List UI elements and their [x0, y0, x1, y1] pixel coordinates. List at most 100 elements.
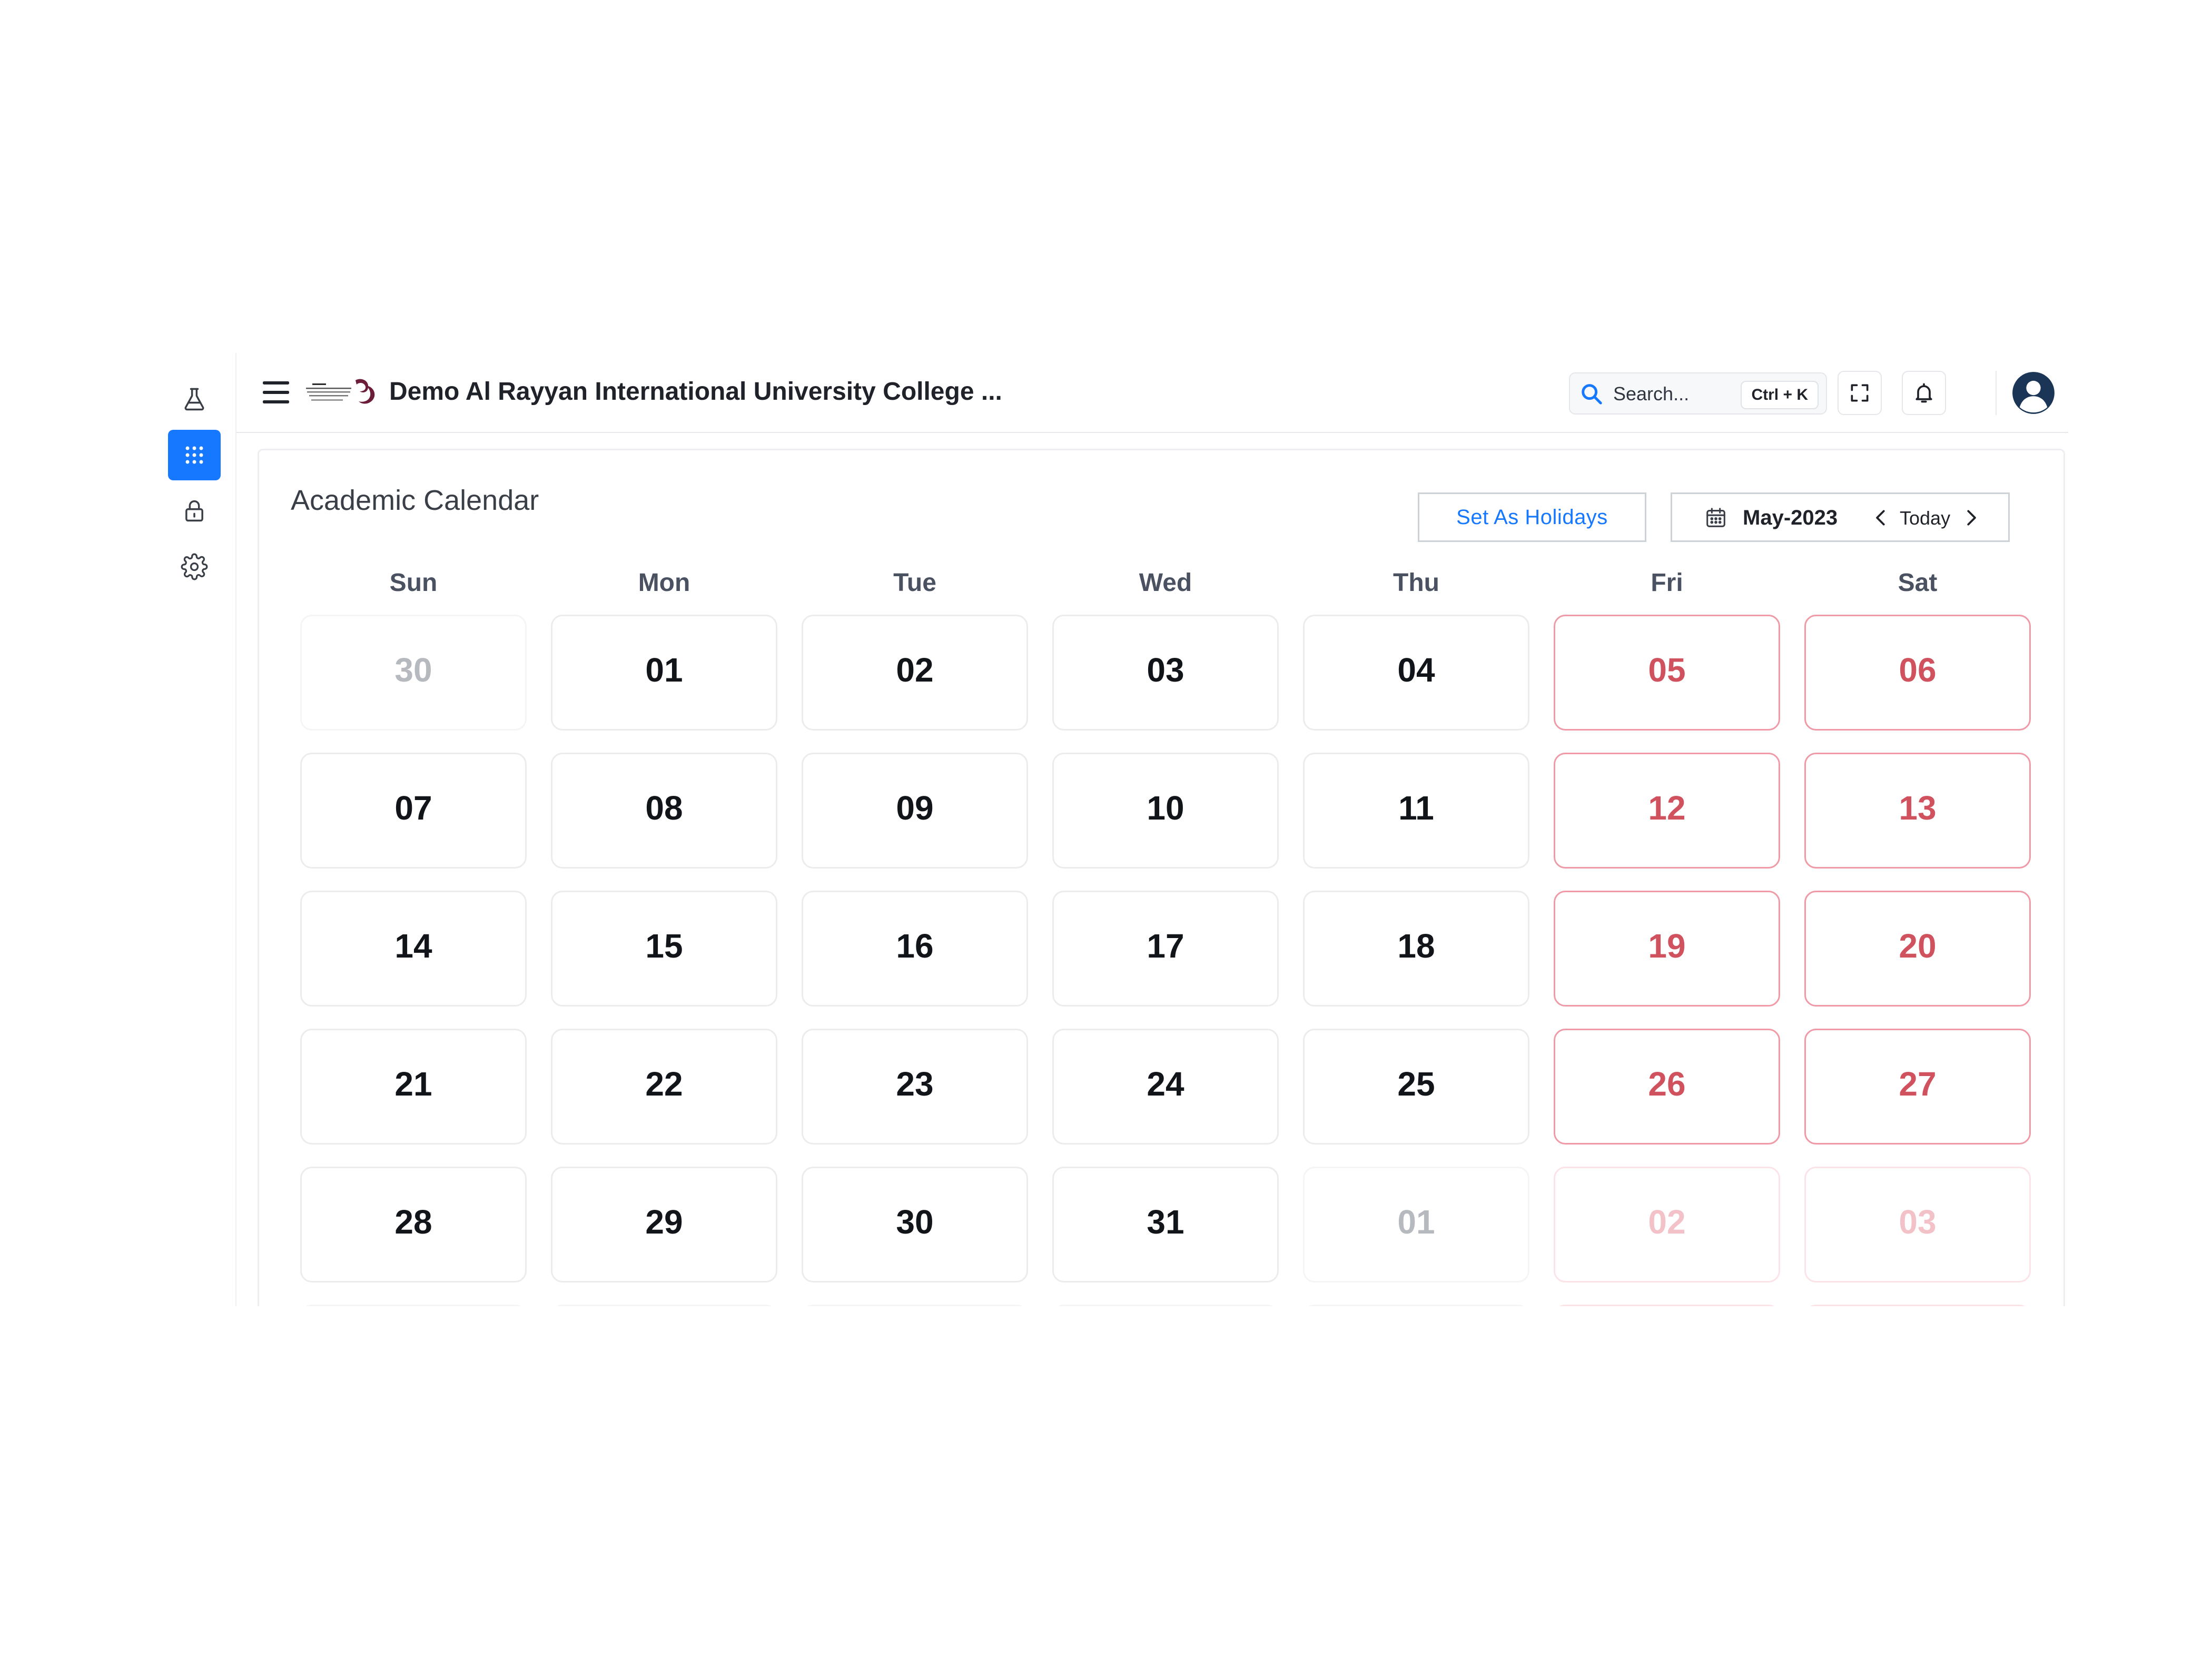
- today-button[interactable]: Today: [1900, 506, 1950, 531]
- fullscreen-icon: [1851, 384, 1869, 402]
- calendar-day-cell[interactable]: 29: [551, 1167, 777, 1283]
- calendar-day-cell[interactable]: 09: [802, 753, 1028, 869]
- search-icon: [1582, 384, 1602, 405]
- day-number: 07: [394, 789, 432, 827]
- calendar-day-cell[interactable]: 13: [1804, 753, 2031, 869]
- sidebar-item-apps[interactable]: [168, 430, 221, 480]
- calendar-day-cell[interactable]: 24: [1052, 1029, 1279, 1145]
- calendar-day-cell[interactable]: 27: [1804, 1029, 2031, 1145]
- calendar-day-cell[interactable]: [551, 1305, 777, 1306]
- day-number: 10: [1147, 789, 1184, 827]
- day-number: 05: [1648, 651, 1686, 689]
- day-number: 01: [645, 651, 683, 689]
- chevron-right-icon[interactable]: [1961, 508, 1981, 528]
- day-number: 03: [1147, 651, 1184, 689]
- day-number: 22: [645, 1065, 683, 1103]
- current-month-label: May-2023: [1743, 506, 1838, 529]
- calendar-day-cell[interactable]: [1554, 1305, 1780, 1306]
- calendar-day-grid: 30 01 02 03 04 05 06 07 08 09 10 11 12 13 14 15 16 17 18 19…: [300, 615, 2033, 1306]
- calendar-day-cell[interactable]: [802, 1305, 1028, 1306]
- calendar-icon: [1706, 508, 1725, 527]
- calendar-day-cell[interactable]: 26: [1554, 1029, 1780, 1145]
- calendar-day-cell[interactable]: 07: [300, 753, 527, 869]
- month-picker[interactable]: May-2023 Today: [1671, 492, 2010, 542]
- calendar-day-cell[interactable]: 30: [802, 1167, 1028, 1283]
- page-title: Academic Calendar: [291, 485, 539, 516]
- calendar-day-cell[interactable]: 16: [802, 891, 1028, 1007]
- academic-calendar-card: Academic Calendar Set As Holidays May-20…: [258, 449, 2065, 1306]
- calendar-day-cell[interactable]: 11: [1303, 753, 1529, 869]
- al-rayyan-logo: [306, 379, 375, 404]
- calendar-day-cell[interactable]: 12: [1554, 753, 1780, 869]
- weekday-sat: Sat: [1898, 569, 1938, 597]
- calendar-day-cell[interactable]: [1052, 1305, 1279, 1306]
- calendar-day-cell[interactable]: 08: [551, 753, 777, 869]
- calendar-day-cell[interactable]: 02: [802, 615, 1028, 731]
- calendar-day-cell[interactable]: 28: [300, 1167, 527, 1283]
- notifications-button[interactable]: [1902, 371, 1946, 415]
- calendar-day-cell[interactable]: 03: [1804, 1167, 2031, 1283]
- calendar-day-cell[interactable]: 06: [1804, 615, 2031, 731]
- calendar-day-cell[interactable]: 19: [1554, 891, 1780, 1007]
- bell-icon: [1915, 383, 1932, 403]
- fullscreen-button[interactable]: [1838, 371, 1882, 415]
- calendar-day-cell[interactable]: [1303, 1305, 1529, 1306]
- day-number: 29: [645, 1203, 683, 1241]
- calendar-day-cell[interactable]: [1804, 1305, 2031, 1306]
- day-number: 08: [645, 789, 683, 827]
- calendar-day-cell[interactable]: 23: [802, 1029, 1028, 1145]
- header-divider: [1996, 371, 1997, 415]
- day-number: 01: [1397, 1203, 1435, 1241]
- weekday-thu: Thu: [1393, 569, 1439, 597]
- calendar-day-cell[interactable]: 17: [1052, 891, 1279, 1007]
- day-number: 12: [1648, 789, 1686, 827]
- chevron-left-icon[interactable]: [1871, 508, 1891, 528]
- calendar-day-cell[interactable]: 31: [1052, 1167, 1279, 1283]
- calendar-day-cell[interactable]: 04: [1303, 615, 1529, 731]
- calendar-day-cell[interactable]: 21: [300, 1029, 527, 1145]
- calendar-day-cell[interactable]: 20: [1804, 891, 2031, 1007]
- calendar-day-cell[interactable]: [300, 1305, 527, 1306]
- set-as-holidays-button[interactable]: Set As Holidays: [1418, 492, 1646, 542]
- calendar-day-cell[interactable]: 15: [551, 891, 777, 1007]
- weekday-header-row: Sun Mon Tue Wed Thu Fri Sat: [300, 567, 2033, 599]
- calendar-day-cell[interactable]: 30: [300, 615, 527, 731]
- calendar-day-cell[interactable]: 03: [1052, 615, 1279, 731]
- calendar-day-cell[interactable]: 14: [300, 891, 527, 1007]
- calendar-day-cell[interactable]: 10: [1052, 753, 1279, 869]
- user-avatar-icon[interactable]: [2011, 371, 2056, 415]
- search-input[interactable]: Search... Ctrl + K: [1569, 372, 1827, 415]
- hamburger-menu-icon[interactable]: [262, 379, 290, 406]
- sidebar-item-security[interactable]: [168, 486, 221, 536]
- day-number: 03: [1899, 1203, 1937, 1241]
- day-number: 30: [896, 1203, 934, 1241]
- day-number: 11: [1398, 789, 1434, 827]
- day-number: 15: [645, 927, 683, 965]
- day-number: 25: [1397, 1065, 1435, 1103]
- day-number: 23: [896, 1065, 934, 1103]
- day-number: 02: [896, 651, 934, 689]
- day-number: 21: [394, 1065, 432, 1103]
- calendar-day-cell[interactable]: 22: [551, 1029, 777, 1145]
- day-number: 18: [1397, 927, 1435, 965]
- search-shortcut-badge: Ctrl + K: [1741, 381, 1819, 409]
- day-number: 14: [394, 927, 432, 965]
- search-placeholder: Search...: [1613, 383, 1690, 405]
- day-number: 31: [1147, 1203, 1184, 1241]
- day-number: 04: [1397, 651, 1435, 689]
- calendar-day-cell[interactable]: 02: [1554, 1167, 1780, 1283]
- calendar-day-cell[interactable]: 01: [551, 615, 777, 731]
- weekday-mon: Mon: [638, 569, 690, 597]
- calendar-day-cell[interactable]: 18: [1303, 891, 1529, 1007]
- calendar-day-cell[interactable]: 25: [1303, 1029, 1529, 1145]
- day-number: 28: [394, 1203, 432, 1241]
- calendar-day-cell[interactable]: 05: [1554, 615, 1780, 731]
- sidebar-item-settings[interactable]: [168, 541, 221, 592]
- app-window: Demo Al Rayyan International University …: [162, 353, 2068, 1306]
- day-number: 09: [896, 789, 934, 827]
- calendar-day-cell[interactable]: 01: [1303, 1167, 1529, 1283]
- day-number: 06: [1899, 651, 1937, 689]
- sidebar-item-lab[interactable]: [168, 374, 221, 425]
- flask-icon: [184, 388, 204, 411]
- weekday-tue: Tue: [893, 569, 936, 597]
